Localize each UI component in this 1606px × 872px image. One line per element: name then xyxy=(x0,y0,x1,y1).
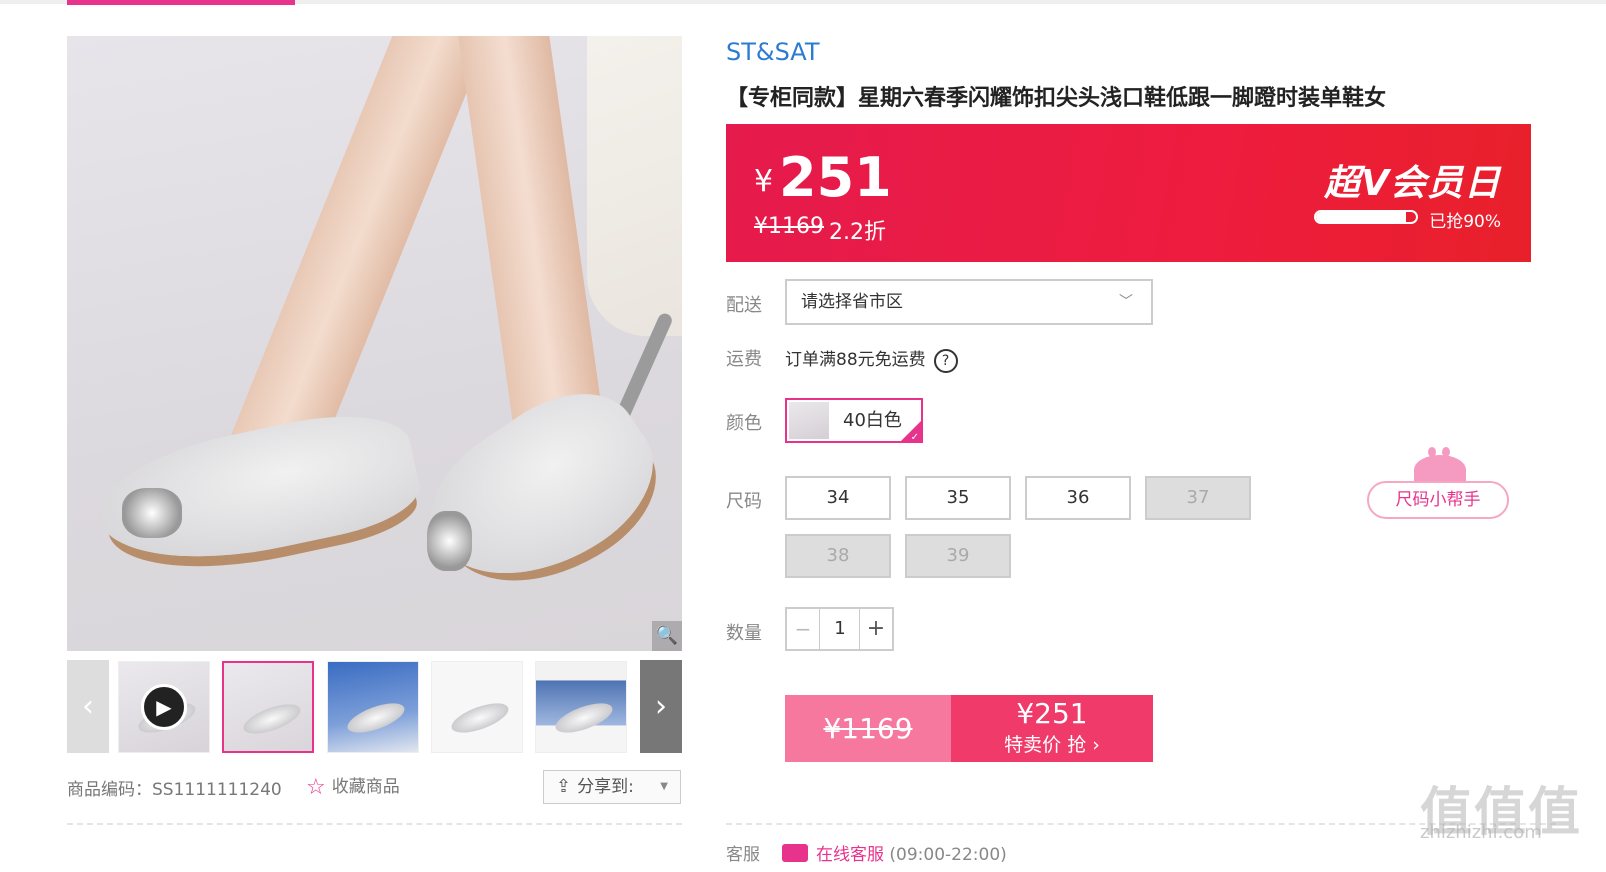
size-option-unavailable: 39 xyxy=(905,534,1011,578)
size-option[interactable]: 36 xyxy=(1025,476,1131,520)
thumbnail-shoe xyxy=(344,697,408,739)
thumbnail-image[interactable] xyxy=(535,661,627,753)
thumbnail-image[interactable] xyxy=(431,661,523,753)
buy-button[interactable]: ¥1169 ¥251 特卖价 抢 › xyxy=(785,695,1153,762)
thumbnail-video[interactable]: ▶ xyxy=(118,661,210,753)
original-price: ¥1169 xyxy=(754,214,824,239)
thumbnail-shoe xyxy=(240,698,304,740)
online-service-link[interactable]: 在线客服 xyxy=(816,845,884,865)
region-placeholder: 请选择省市区 xyxy=(801,292,903,312)
share-dropdown[interactable]: ⇪ 分享到: ▼ xyxy=(543,770,681,804)
current-price: 251 xyxy=(779,146,892,209)
customer-service: 客服 在线客服 (09:00-22:00) xyxy=(726,840,1007,865)
delivery-label: 配送 xyxy=(726,295,762,316)
chevron-down-icon: ▼ xyxy=(660,781,668,792)
size-option[interactable]: 34 xyxy=(785,476,891,520)
color-label: 颜色 xyxy=(726,413,762,434)
shoe-buckle xyxy=(122,488,182,538)
size-label: 尺码 xyxy=(726,491,762,512)
vip-day-title: 超V会员日 xyxy=(1324,163,1501,204)
quantity-stepper: − 1 + xyxy=(785,607,894,651)
thumbnail-image[interactable] xyxy=(222,661,314,753)
color-option-label: 40白色 xyxy=(843,410,902,431)
buy-action-label: 特卖价 抢 › xyxy=(1004,734,1100,756)
buy-original-price: ¥1169 xyxy=(785,695,951,762)
sold-percentage: 已抢90% xyxy=(1429,212,1501,232)
buy-sale-price: ¥251 xyxy=(1016,697,1088,730)
shipping-text: 订单满88元免运费 xyxy=(785,350,926,370)
watermark-url: zhizhizhi.com xyxy=(1420,822,1542,843)
size-option[interactable]: 35 xyxy=(905,476,1011,520)
quantity-input[interactable]: 1 xyxy=(820,609,860,649)
service-label: 客服 xyxy=(726,845,760,865)
size-option-unavailable: 37 xyxy=(1145,476,1251,520)
service-hours: (09:00-22:00) xyxy=(889,845,1007,865)
favorite-label: 收藏商品 xyxy=(331,777,400,797)
star-icon: ☆ xyxy=(306,775,326,800)
region-select[interactable]: 请选择省市区 ﹀ xyxy=(785,279,1153,325)
thumbnail-strip: ▶ xyxy=(118,661,638,754)
chat-icon xyxy=(782,844,808,862)
quantity-decrement[interactable]: − xyxy=(787,609,820,649)
sold-progress-bar xyxy=(1314,210,1418,224)
shoe-buckle xyxy=(427,511,472,571)
price-banner: ¥ 251 ¥1169 2.2折 超V会员日 已抢90% xyxy=(726,124,1531,262)
thumbnail-image[interactable] xyxy=(327,661,419,753)
product-code: 商品编码：SS1111111240 xyxy=(67,780,282,800)
active-tab-indicator xyxy=(67,0,295,5)
thumbnail-next-button[interactable]: › xyxy=(640,660,682,753)
thumbnail-prev-button[interactable]: ‹ xyxy=(67,660,109,753)
main-product-image[interactable]: 🔍 xyxy=(67,36,682,651)
zoom-icon[interactable]: 🔍 xyxy=(652,621,682,651)
discount-label: 2.2折 xyxy=(829,220,886,245)
help-icon[interactable]: ? xyxy=(933,349,958,373)
thumbnail-shoe xyxy=(448,697,512,739)
play-icon[interactable]: ▶ xyxy=(141,684,187,730)
thumbnail-shoe xyxy=(552,697,616,739)
sold-progress-fill xyxy=(1316,212,1406,222)
buy-sale-area[interactable]: ¥251 特卖价 抢 › xyxy=(951,695,1153,762)
quantity-increment[interactable]: + xyxy=(859,609,892,649)
share-icon: ⇪ xyxy=(556,776,572,797)
color-swatch xyxy=(789,402,829,439)
divider xyxy=(67,823,682,825)
color-option[interactable]: 40白色 ✓ xyxy=(785,398,923,443)
quantity-label: 数量 xyxy=(726,623,762,644)
favorite-button[interactable]: ☆ 收藏商品 xyxy=(306,772,400,800)
currency-symbol: ¥ xyxy=(754,164,774,199)
chevron-down-icon: ﹀ xyxy=(1119,294,1133,310)
product-title: 【专柜同款】星期六春季闪耀饰扣尖头浅口鞋低跟一脚蹬时装单鞋女 xyxy=(726,86,1387,111)
shipping-info: 订单满88元免运费? xyxy=(785,345,958,373)
size-helper-button[interactable]: 尺码小帮手 xyxy=(1367,481,1509,519)
dress-hem xyxy=(587,36,682,336)
shipping-label: 运费 xyxy=(726,349,762,370)
brand-link[interactable]: ST&SAT xyxy=(726,38,820,66)
size-option-unavailable: 38 xyxy=(785,534,891,578)
check-icon: ✓ xyxy=(910,432,919,443)
shoe-right xyxy=(404,364,680,618)
share-label: 分享到: xyxy=(577,777,634,797)
